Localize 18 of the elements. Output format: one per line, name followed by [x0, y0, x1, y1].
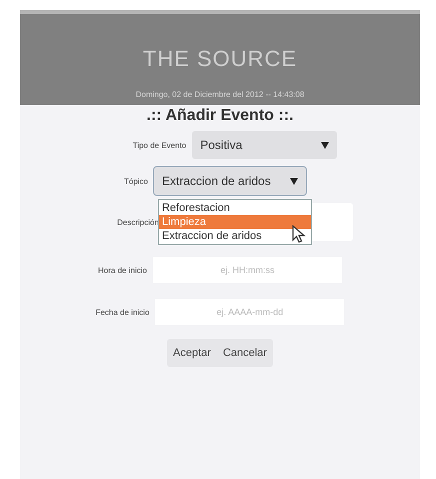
select-field[interactable]: Extraccion de aridos: [154, 167, 306, 195]
form-heading: .:: Añadir Evento ::.: [146, 107, 294, 125]
field-label: Descripción: [117, 218, 159, 226]
field-label: Tópico: [124, 176, 148, 186]
input-field[interactable]: ej. HH:mm:ss: [152, 257, 342, 283]
accept-button[interactable]: Aceptar: [167, 339, 217, 367]
input-field[interactable]: ej. AAAA-mm-dd: [155, 299, 344, 325]
select-field[interactable]: Positiva: [192, 131, 338, 159]
cancel-button[interactable]: Cancelar: [216, 339, 273, 367]
field-label: Tipo de Evento: [132, 140, 186, 150]
site-title: THE SOURCE: [142, 46, 298, 72]
field-label: Hora de inicio: [98, 266, 147, 274]
caret-icon: [321, 142, 330, 148]
date-time: Domingo, 02 de Diciembre del 2012 -- 14:43:08: [136, 90, 304, 99]
caret-icon: [290, 178, 298, 184]
field-label: Fecha de inicio: [96, 308, 150, 316]
dropdown-option[interactable]: Reforestacion: [158, 201, 311, 215]
dropdown-option[interactable]: Extraccion de aridos: [158, 229, 311, 243]
